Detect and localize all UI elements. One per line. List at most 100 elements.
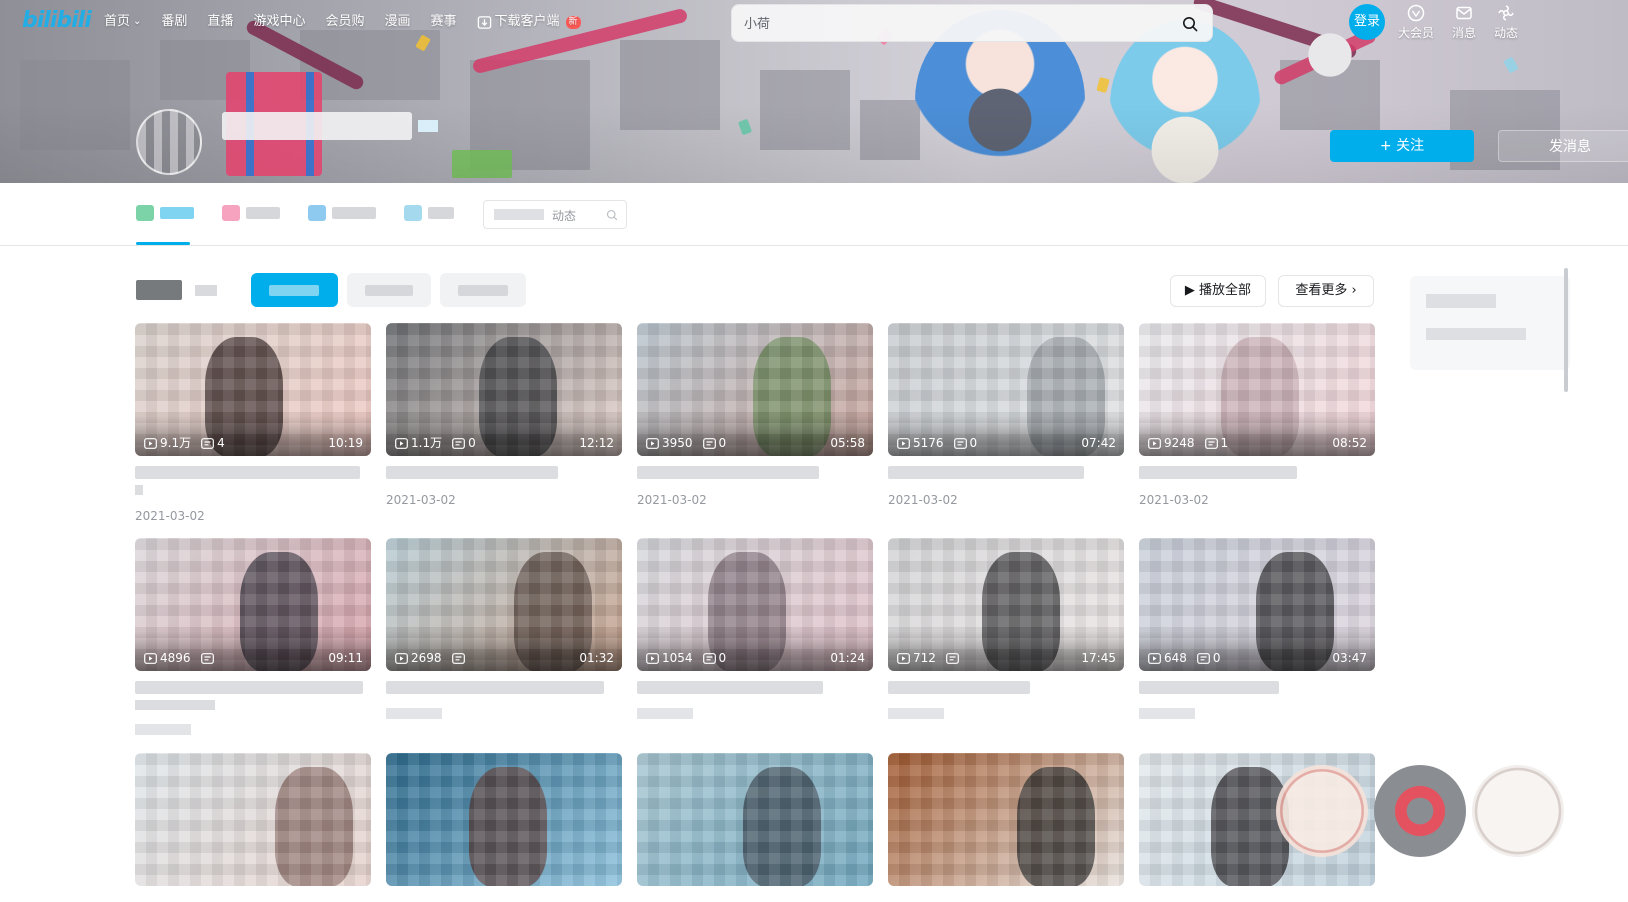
danmaku-count: 0 [702,436,726,450]
video-title-blurred[interactable] [888,466,1084,479]
tab-dynamic[interactable] [222,205,280,221]
video-card[interactable]: 9.1万 4 10:19 2021-03-02 [135,323,371,523]
user-avatar[interactable] [136,109,202,175]
video-thumbnail[interactable]: 9248 1 08:52 [1139,323,1375,456]
video-thumbnail[interactable]: 1054 0 01:24 [637,538,873,671]
video-date-blurred [386,708,442,719]
nav-item-label: 会员购 [325,14,365,29]
space-tabs [136,205,454,221]
nav-item-manga[interactable]: 漫画 [384,13,410,31]
video-title-blurred[interactable] [386,466,558,479]
video-card[interactable] [135,753,371,886]
view-more-button[interactable]: 查看更多 › [1278,275,1374,307]
danmaku-count: 0 [452,436,476,450]
video-duration: 08:52 [1332,436,1367,450]
space-tabs-bar: 动态 [0,183,1628,246]
danmaku-icon [946,652,959,664]
sort-pill-favorites[interactable] [440,273,526,307]
dynamic-entry[interactable]: 动态 [1494,4,1518,41]
pixelation-overlay [386,753,622,886]
video-card[interactable] [888,753,1124,886]
video-thumbnail[interactable]: 1.1万 0 12:12 [386,323,622,456]
video-thumbnail[interactable]: 3950 0 05:58 [637,323,873,456]
chevron-down-icon: ⌄ [133,16,142,27]
tab-collections[interactable] [404,205,454,221]
home-icon [136,205,154,221]
video-title-blurred[interactable] [1139,466,1297,479]
video-thumbnail[interactable]: 2698 01:32 [386,538,622,671]
video-card[interactable]: 9248 1 08:52 2021-03-02 [1139,323,1375,507]
new-badge: 新 [565,15,581,29]
video-thumbnail[interactable] [637,753,873,886]
nav-item-label: 游戏中心 [253,14,306,29]
video-thumbnail[interactable] [888,753,1124,886]
video-title-blurred[interactable] [386,681,604,694]
nav-item-home[interactable]: 首页 ⌄ [104,13,141,31]
nav-item-download-client[interactable]: 下载客户端 新 [477,13,581,31]
play-count-icon [1148,652,1161,664]
video-card[interactable]: 1.1万 0 12:12 2021-03-02 [386,323,622,507]
vip-entry[interactable]: 大会员 [1398,4,1434,41]
search-icon[interactable] [606,209,618,221]
video-thumbnail[interactable] [135,753,371,886]
video-thumbnail[interactable]: 5176 0 07:42 [888,323,1124,456]
space-search-box[interactable]: 动态 [483,200,627,229]
video-title-blurred[interactable] [135,466,360,479]
video-duration: 03:47 [1332,651,1367,665]
video-thumbnail[interactable] [386,753,622,886]
nav-item-mall[interactable]: 会员购 [325,13,364,31]
video-thumbnail[interactable]: 712 17:45 [888,538,1124,671]
video-thumbnail[interactable]: 9.1万 4 10:19 [135,323,371,456]
video-thumbnail[interactable]: 4896 09:11 [135,538,371,671]
play-count-icon [1148,437,1161,449]
play-count: 4896 [144,651,191,665]
bilibili-logo[interactable]: bilibili [22,8,92,33]
search-input[interactable] [744,14,1164,34]
video-title-blurred-line2 [135,485,143,495]
video-title-blurred[interactable] [135,681,363,694]
nav-item-live[interactable]: 直播 [207,13,233,31]
video-card[interactable]: 4896 09:11 [135,538,371,735]
video-card[interactable]: 2698 01:32 [386,538,622,719]
sort-pill-popular[interactable] [347,273,431,307]
sort-pill-latest[interactable] [251,273,338,307]
nav-item-label: 番剧 [161,14,188,29]
floating-app-icon[interactable] [1374,765,1466,857]
video-card[interactable]: 1054 0 01:24 [637,538,873,719]
video-date: 2021-03-02 [1139,493,1209,507]
tab-uploads[interactable] [308,205,376,221]
video-card[interactable]: 648 0 03:47 [1139,538,1375,719]
video-card[interactable]: 5176 0 07:42 2021-03-02 [888,323,1124,507]
login-button[interactable]: 登录 [1349,4,1385,40]
dynamic-label: 动态 [1494,26,1519,40]
video-card[interactable] [637,753,873,886]
nav-item-game-center[interactable]: 游戏中心 [253,13,305,31]
video-title-blurred[interactable] [637,466,819,479]
video-card[interactable] [386,753,622,886]
video-card[interactable]: 712 17:45 [888,538,1124,719]
search-icon[interactable] [1182,16,1198,32]
nav-item-anime[interactable]: 番剧 [161,13,187,31]
uploads-icon [308,205,326,221]
message-entry[interactable]: 消息 [1452,4,1476,41]
follow-button[interactable]: + 关注 [1330,130,1474,162]
message-label: 消息 [1452,26,1477,40]
video-thumbnail[interactable]: 648 0 03:47 [1139,538,1375,671]
tab-label-blurred [160,207,194,219]
danmaku-count [946,651,962,665]
nav-item-label: 首页 [104,14,131,29]
play-count-value: 648 [1164,651,1187,665]
scrollbar-thumb[interactable] [1564,268,1568,392]
sidebar-text-blurred [1426,328,1526,340]
play-count: 3950 [646,436,693,450]
tab-home[interactable] [136,205,194,221]
send-message-button[interactable]: 发消息 [1498,130,1628,162]
play-count-icon [897,652,910,664]
video-title-blurred[interactable] [637,681,823,694]
video-title-blurred[interactable] [1139,681,1279,694]
nav-item-esports[interactable]: 赛事 [430,13,456,31]
play-count-value: 3950 [662,436,693,450]
video-title-blurred[interactable] [888,681,1030,694]
video-card[interactable]: 3950 0 05:58 2021-03-02 [637,323,873,507]
play-all-button[interactable]: ▶ 播放全部 [1170,275,1266,307]
